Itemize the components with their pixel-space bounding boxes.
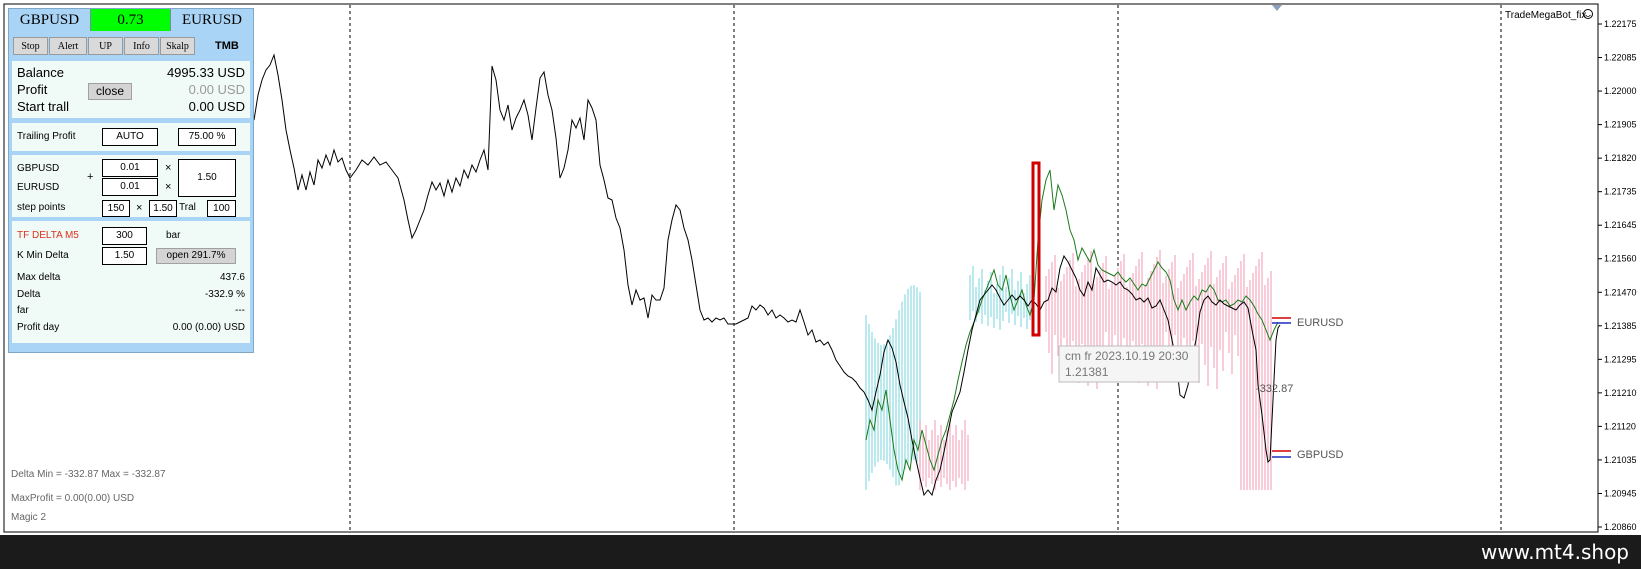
shift-marker-icon[interactable] (1272, 5, 1282, 11)
tab-stop[interactable]: Stop (13, 37, 48, 55)
expert-name: TradeMegaBot_fix (1505, 10, 1586, 21)
tab-up[interactable]: UP (88, 37, 123, 55)
ratio-badge: 0.73 (91, 9, 171, 31)
plus-sign: + (87, 171, 94, 183)
axis-label: 1.20860 (1604, 522, 1637, 532)
balance-label: Balance (17, 65, 64, 80)
trailing-profit-label: Trailing Profit (17, 131, 76, 142)
highlight-box (1031, 161, 1041, 337)
max-delta-value: 437.6 (219, 272, 245, 283)
axis-label: 1.21905 (1604, 120, 1637, 130)
axis-label: 1.21470 (1604, 287, 1637, 297)
axis-label: 1.21645 (1604, 220, 1637, 230)
price-axis: 1.22175 1.22085 1.22000 1.21905 1.21820 1.217… (1598, 19, 1637, 532)
axis-label: 1.22175 (1604, 19, 1637, 29)
delta-value-label: -332.87 (1256, 383, 1293, 395)
trailing-section: Trailing Profit AUTO 75.00 % (12, 123, 250, 151)
account-section: Balance 4995.33 USD Profit close 0.00 US… (12, 61, 250, 118)
tf-delta-field[interactable]: 300 (102, 227, 147, 245)
step-points-field[interactable]: 150 (102, 200, 130, 217)
delta-label: Delta (17, 289, 41, 300)
gbpusd-line (253, 53, 1281, 497)
pair1-name: GBPUSD (17, 163, 60, 174)
tral-label: Tral (179, 202, 196, 213)
close-button[interactable]: close (88, 83, 132, 100)
profit-day-value: 0.00 (0.00) USD (172, 322, 245, 333)
chart-area[interactable]: 1.22175 1.22085 1.22000 1.21905 1.21820 1.217… (0, 0, 1641, 535)
delta-section: TF DELTA M5 300 bar K Min Delta 1.50 ope… (12, 221, 250, 343)
times-sign-3: × (136, 202, 143, 214)
maxprofit-text: MaxProfit = 0.00(0.00) USD (11, 493, 135, 504)
step-mult-field[interactable]: 1.50 (149, 200, 177, 217)
axis-label: 1.20945 (1604, 488, 1637, 498)
trailing-mode-field[interactable]: AUTO (102, 128, 158, 146)
pair1-lot-field[interactable]: 0.01 (102, 159, 158, 177)
kmin-delta-field[interactable]: 1.50 (102, 247, 147, 265)
axis-label: 1.21210 (1604, 388, 1637, 398)
axis-label: 1.21295 (1604, 354, 1637, 364)
far-label: far (17, 305, 29, 316)
tab-info[interactable]: Info (124, 37, 159, 55)
far-value: --- (235, 305, 245, 316)
axis-label: 1.21820 (1604, 153, 1637, 163)
tooltip-line2: 1.21381 (1065, 365, 1109, 379)
start-trall-value: 0.00 USD (188, 99, 245, 114)
tooltip-line1: cm fr 2023.10.19 20:30 (1065, 349, 1189, 363)
trading-panel: GBPUSD 0.73 EURUSD Stop Alert UP Info Sk… (8, 8, 254, 353)
multiplier-field[interactable]: 1.50 (178, 159, 236, 197)
footer-bar: www.mt4.shop (0, 535, 1641, 569)
gbpusd-label: GBPUSD (1297, 449, 1344, 461)
tf-delta-label: TF DELTA M5 (17, 230, 79, 241)
pair2-lot-field[interactable]: 0.01 (102, 178, 158, 196)
open-button[interactable]: open 291.7% (156, 248, 236, 264)
axis-label: 1.21035 (1604, 455, 1637, 465)
tooltip: cm fr 2023.10.19 20:30 1.21381 (1058, 345, 1200, 383)
axis-label: 1.21560 (1604, 254, 1637, 264)
lots-section: GBPUSD + 0.01 × 1.50 EURUSD 0.01 × step … (12, 155, 250, 217)
profit-value: 0.00 USD (188, 82, 245, 97)
tral-field[interactable]: 100 (207, 200, 236, 217)
symbol-left[interactable]: GBPUSD (9, 9, 91, 31)
tab-skalp[interactable]: Skalp (160, 37, 195, 55)
magic-text: Magic 2 (11, 512, 47, 523)
tab-alert[interactable]: Alert (49, 37, 87, 55)
start-trall-label: Start trall (17, 99, 70, 114)
times-sign-1: × (165, 162, 172, 174)
delta-value: -332.9 % (204, 289, 245, 300)
symbol-right[interactable]: EURUSD (171, 9, 253, 31)
axis-label: 1.22085 (1604, 53, 1637, 63)
step-points-label: step points (17, 202, 66, 213)
tf-unit-label: bar (166, 230, 181, 241)
brand-label: TMB (215, 40, 239, 52)
eurusd-line (865, 169, 1279, 482)
profit-label: Profit (17, 82, 48, 97)
axis-label: 1.21735 (1604, 187, 1637, 197)
trailing-pct-field[interactable]: 75.00 % (178, 128, 236, 146)
axis-label: 1.22000 (1604, 86, 1637, 96)
pair2-name: EURUSD (17, 182, 60, 193)
kmin-delta-label: K Min Delta (17, 250, 69, 261)
axis-label: 1.21385 (1604, 321, 1637, 331)
delta-minmax-text: Delta Min = -332.87 Max = -332.87 (11, 469, 166, 480)
eurusd-label: EURUSD (1297, 317, 1344, 329)
axis-label: 1.21120 (1604, 421, 1636, 431)
balance-value: 4995.33 USD (166, 65, 245, 80)
max-delta-label: Max delta (17, 272, 61, 283)
profit-day-label: Profit day (17, 322, 60, 333)
watermark: www.mt4.shop (1480, 540, 1629, 564)
times-sign-2: × (165, 181, 172, 193)
